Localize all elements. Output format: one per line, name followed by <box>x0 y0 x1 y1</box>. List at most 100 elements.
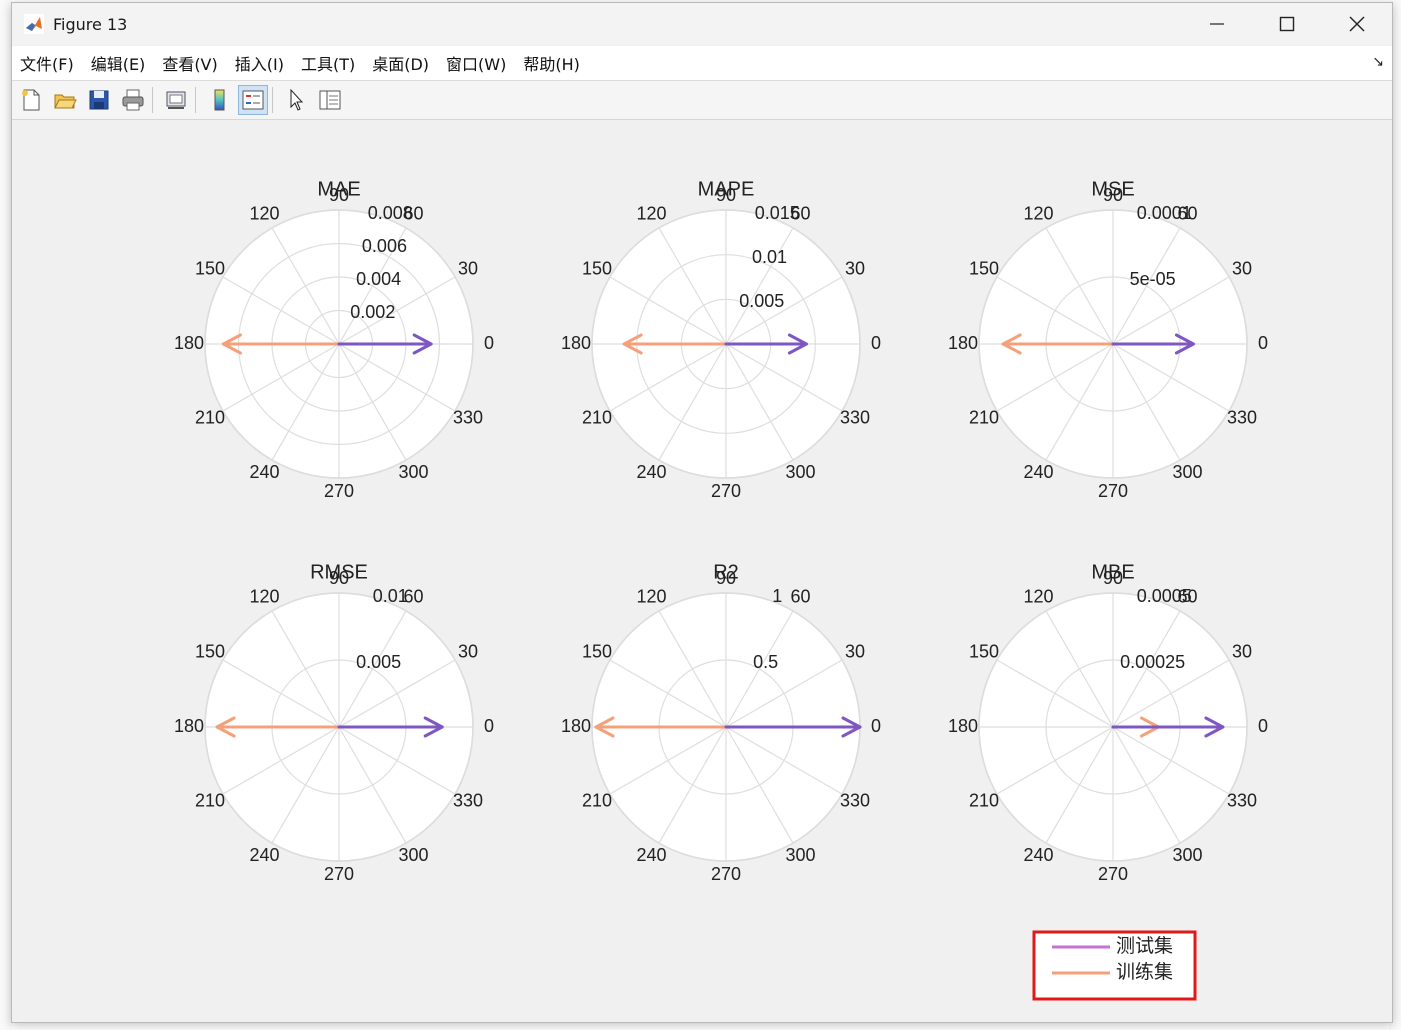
figure-window: Figure 13 文件(F) 编辑(E) 查看(V) 插入(I) 工具(T) … <box>11 2 1393 1023</box>
toolbar <box>12 81 1392 120</box>
window-controls <box>1182 3 1392 45</box>
angle-label-300: 300 <box>1172 845 1202 865</box>
colorbar-icon <box>214 89 225 111</box>
menu-insert[interactable]: 插入(I) <box>235 51 284 75</box>
menu-help[interactable]: 帮助(H) <box>523 51 580 75</box>
r-tick-label: 0.005 <box>739 291 784 311</box>
menu-window[interactable]: 窗口(W) <box>446 51 506 75</box>
r-tick-label: 0.00025 <box>1120 652 1185 672</box>
menu-desktop[interactable]: 桌面(D) <box>372 51 429 75</box>
legend-icon <box>242 90 264 110</box>
open-button[interactable] <box>50 85 80 115</box>
angle-label-120: 120 <box>249 204 279 224</box>
angle-label-150: 150 <box>195 258 225 278</box>
r-tick-label: 5e-05 <box>1130 269 1176 289</box>
angle-label-30: 30 <box>458 258 478 278</box>
angle-label-150: 150 <box>582 641 612 661</box>
angle-label-120: 120 <box>1023 587 1053 607</box>
menu-bar: 文件(F) 编辑(E) 查看(V) 插入(I) 工具(T) 桌面(D) 窗口(W… <box>12 46 1392 81</box>
save-icon <box>89 90 109 110</box>
link-plot-button[interactable] <box>161 85 191 115</box>
pointer-button[interactable] <box>281 85 311 115</box>
angle-label-90: 90 <box>1103 568 1123 588</box>
legend-button[interactable] <box>238 85 268 115</box>
plot-area: MAE 0 30 60 90 120 150 180 210 240 270 300 330 0.002 0… <box>12 120 1392 1022</box>
toolbar-separator <box>272 87 273 113</box>
angle-label-240: 240 <box>249 462 279 482</box>
angle-label-210: 210 <box>582 407 612 427</box>
angle-label-180: 180 <box>174 333 204 353</box>
angle-label-150: 150 <box>582 258 612 278</box>
angle-label-30: 30 <box>458 641 478 661</box>
angle-label-240: 240 <box>1023 462 1053 482</box>
new-figure-icon <box>22 89 40 111</box>
angle-label-180: 180 <box>948 333 978 353</box>
r-tick-label: 0.005 <box>356 652 401 672</box>
close-icon <box>1349 16 1365 32</box>
r-tick-label: 0.006 <box>362 236 407 256</box>
angle-label-240: 240 <box>636 462 666 482</box>
dock-arrow-icon[interactable]: ↘ <box>1372 54 1384 70</box>
angle-label-270: 270 <box>711 864 741 884</box>
angle-label-120: 120 <box>1023 204 1053 224</box>
r-tick-label: 0.002 <box>350 302 395 322</box>
menu-tools[interactable]: 工具(T) <box>301 51 355 75</box>
close-button[interactable] <box>1322 3 1392 45</box>
angle-label-210: 210 <box>195 407 225 427</box>
property-inspector-icon <box>319 90 341 110</box>
angle-label-330: 330 <box>840 790 870 810</box>
menu-edit[interactable]: 编辑(E) <box>91 51 146 75</box>
angle-label-90: 90 <box>716 185 736 205</box>
angle-label-270: 270 <box>324 481 354 501</box>
angle-label-300: 300 <box>398 462 428 482</box>
r-tick-label: 0.015 <box>755 203 800 223</box>
r-tick-label: 0.0001 <box>1137 203 1192 223</box>
r-tick-label: 0.01 <box>752 247 787 267</box>
angle-label-270: 270 <box>1098 481 1128 501</box>
angle-label-330: 330 <box>1227 407 1257 427</box>
r-tick-label: 0.5 <box>753 652 778 672</box>
angle-label-90: 90 <box>1103 185 1123 205</box>
angle-label-90: 90 <box>329 185 349 205</box>
angle-label-120: 120 <box>636 204 666 224</box>
angle-label-330: 330 <box>453 407 483 427</box>
angle-label-210: 210 <box>969 790 999 810</box>
maximize-button[interactable] <box>1252 3 1322 45</box>
menu-view[interactable]: 查看(V) <box>162 51 217 75</box>
r-tick-label: 1 <box>772 586 782 606</box>
angle-label-270: 270 <box>324 864 354 884</box>
r-tick-label: 0.01 <box>373 586 408 606</box>
angle-label-330: 330 <box>453 790 483 810</box>
menu-file[interactable]: 文件(F) <box>20 51 74 75</box>
angle-label-0: 0 <box>871 716 881 736</box>
link-plot-icon <box>166 91 186 109</box>
property-inspector-button[interactable] <box>315 85 345 115</box>
angle-label-180: 180 <box>174 716 204 736</box>
angle-label-0: 0 <box>1258 716 1268 736</box>
angle-label-90: 90 <box>716 568 736 588</box>
angle-label-300: 300 <box>785 462 815 482</box>
save-button[interactable] <box>84 85 114 115</box>
angle-label-180: 180 <box>561 716 591 736</box>
angle-label-150: 150 <box>969 641 999 661</box>
colorbar-button[interactable] <box>204 85 234 115</box>
angle-label-210: 210 <box>969 407 999 427</box>
angle-label-270: 270 <box>711 481 741 501</box>
minimize-button[interactable] <box>1182 3 1252 45</box>
maximize-icon <box>1279 16 1295 32</box>
r-tick-label: 0.0005 <box>1137 586 1192 606</box>
angle-label-30: 30 <box>1232 258 1252 278</box>
angle-label-150: 150 <box>969 258 999 278</box>
angle-label-240: 240 <box>249 845 279 865</box>
angle-label-210: 210 <box>582 790 612 810</box>
angle-label-0: 0 <box>484 716 494 736</box>
angle-label-180: 180 <box>948 716 978 736</box>
new-figure-button[interactable] <box>16 85 46 115</box>
print-icon <box>122 89 144 111</box>
minimize-icon <box>1210 23 1224 25</box>
r-tick-label: 0.004 <box>356 269 401 289</box>
print-button[interactable] <box>118 85 148 115</box>
matlab-icon <box>24 14 44 34</box>
angle-label-330: 330 <box>1227 790 1257 810</box>
legend-label-train: 训练集 <box>1116 961 1173 983</box>
